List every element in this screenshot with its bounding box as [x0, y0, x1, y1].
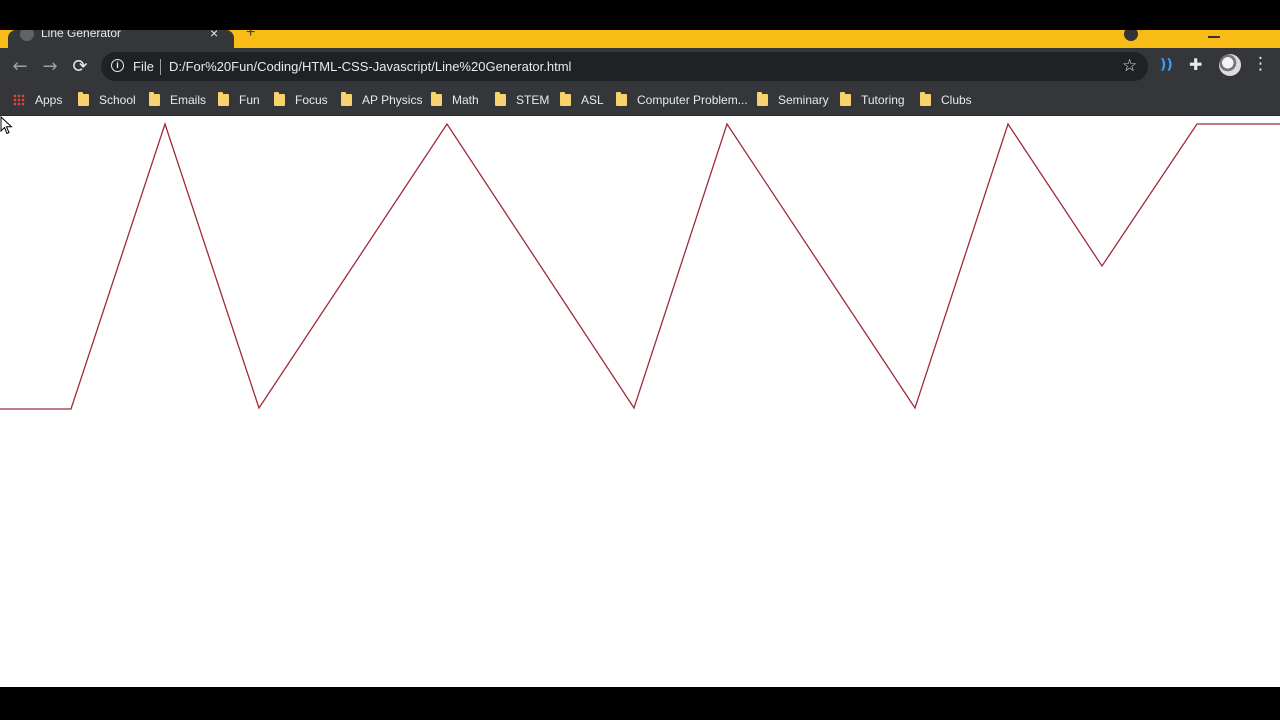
bookmark-label: School [99, 93, 136, 107]
bookmark-label: AP Physics [362, 93, 423, 107]
tab-strip-edge [0, 30, 8, 48]
bookmark-folder-school[interactable]: School [78, 91, 136, 109]
bookmark-label: Emails [170, 93, 207, 107]
bookmark-label: Tutoring [861, 93, 905, 107]
globe-icon [20, 30, 34, 41]
bookmark-folder-fun[interactable]: Fun [218, 91, 260, 109]
folder-icon [840, 92, 851, 106]
folder-icon [149, 92, 160, 106]
scheme-label: File [133, 59, 154, 74]
apps-grid-icon [13, 94, 25, 106]
omnibox-divider [160, 59, 161, 75]
extensions-puzzle-icon[interactable]: ✚ [1189, 55, 1202, 74]
reload-button[interactable]: ⟳ [67, 54, 93, 80]
folder-icon [616, 92, 627, 106]
bookmark-folder-computer-problems[interactable]: Computer Problem... [616, 91, 748, 109]
tab-title: Line Generator [41, 30, 122, 40]
bookmark-label: Math [452, 93, 479, 107]
bookmark-star-icon[interactable]: ☆ [1122, 56, 1137, 76]
address-bar[interactable]: i File D:/For%20Fun/Coding/HTML-CSS-Java… [101, 52, 1148, 81]
folder-icon [78, 92, 89, 106]
video-letterbox-bottom [0, 687, 1280, 720]
folder-icon [757, 92, 768, 106]
line-canvas [0, 121, 1280, 410]
bookmark-folder-tutoring[interactable]: Tutoring [840, 91, 905, 109]
bookmark-apps[interactable]: Apps [13, 91, 62, 109]
bookmark-folder-seminary[interactable]: Seminary [757, 91, 829, 109]
bookmarks-bar: Apps School Emails Fun Focus AP Physics … [0, 85, 1280, 116]
forward-button[interactable]: → [37, 54, 63, 80]
bookmark-folder-clubs[interactable]: Clubs [920, 91, 972, 109]
folder-icon [218, 92, 229, 106]
folder-icon [920, 92, 931, 106]
folder-icon [341, 92, 352, 106]
new-tab-button[interactable]: + [246, 30, 255, 42]
active-tab[interactable]: Line Generator × [8, 30, 234, 48]
bookmark-label: Fun [239, 93, 260, 107]
profile-avatar[interactable] [1219, 54, 1241, 76]
bookmark-label: Focus [295, 93, 328, 107]
folder-icon [495, 92, 506, 106]
minimize-icon[interactable] [1208, 36, 1220, 38]
page-content [0, 116, 1280, 687]
folder-icon [431, 92, 442, 106]
mouse-cursor-icon [0, 116, 13, 135]
generated-zigzag-line [0, 121, 1280, 410]
menu-dots-icon[interactable]: ⋮ [1252, 54, 1269, 74]
browser-toolbar: ← → ⟳ i File D:/For%20Fun/Coding/HTML-CS… [0, 48, 1280, 85]
bookmark-folder-emails[interactable]: Emails [149, 91, 206, 109]
bookmark-label: Seminary [778, 93, 829, 107]
tab-search-icon[interactable] [1124, 30, 1138, 41]
bookmark-folder-math[interactable]: Math [431, 91, 479, 109]
bookmark-label: STEM [516, 93, 550, 107]
close-icon[interactable]: × [210, 30, 218, 41]
bookmark-label: Apps [35, 93, 63, 107]
folder-icon [560, 92, 571, 106]
bookmark-label: Computer Problem... [637, 93, 748, 107]
info-icon[interactable]: i [111, 59, 124, 72]
bookmark-label: Clubs [941, 93, 972, 107]
bookmark-label: ASL [581, 93, 604, 107]
bookmark-folder-focus[interactable]: Focus [274, 91, 328, 109]
extension-wave-icon[interactable]: )) [1160, 57, 1173, 73]
url-text[interactable]: D:/For%20Fun/Coding/HTML-CSS-Javascript/… [169, 59, 571, 74]
tab-strip: Line Generator × + [0, 30, 1280, 48]
bookmark-folder-stem[interactable]: STEM [495, 91, 549, 109]
screen: Line Generator × + ← → ⟳ i File D:/For%2… [0, 0, 1280, 720]
bookmark-folder-asl[interactable]: ASL [560, 91, 604, 109]
folder-icon [274, 92, 285, 106]
video-letterbox-top [0, 0, 1280, 30]
back-button[interactable]: ← [7, 54, 33, 80]
bookmark-folder-ap-physics[interactable]: AP Physics [341, 91, 422, 109]
